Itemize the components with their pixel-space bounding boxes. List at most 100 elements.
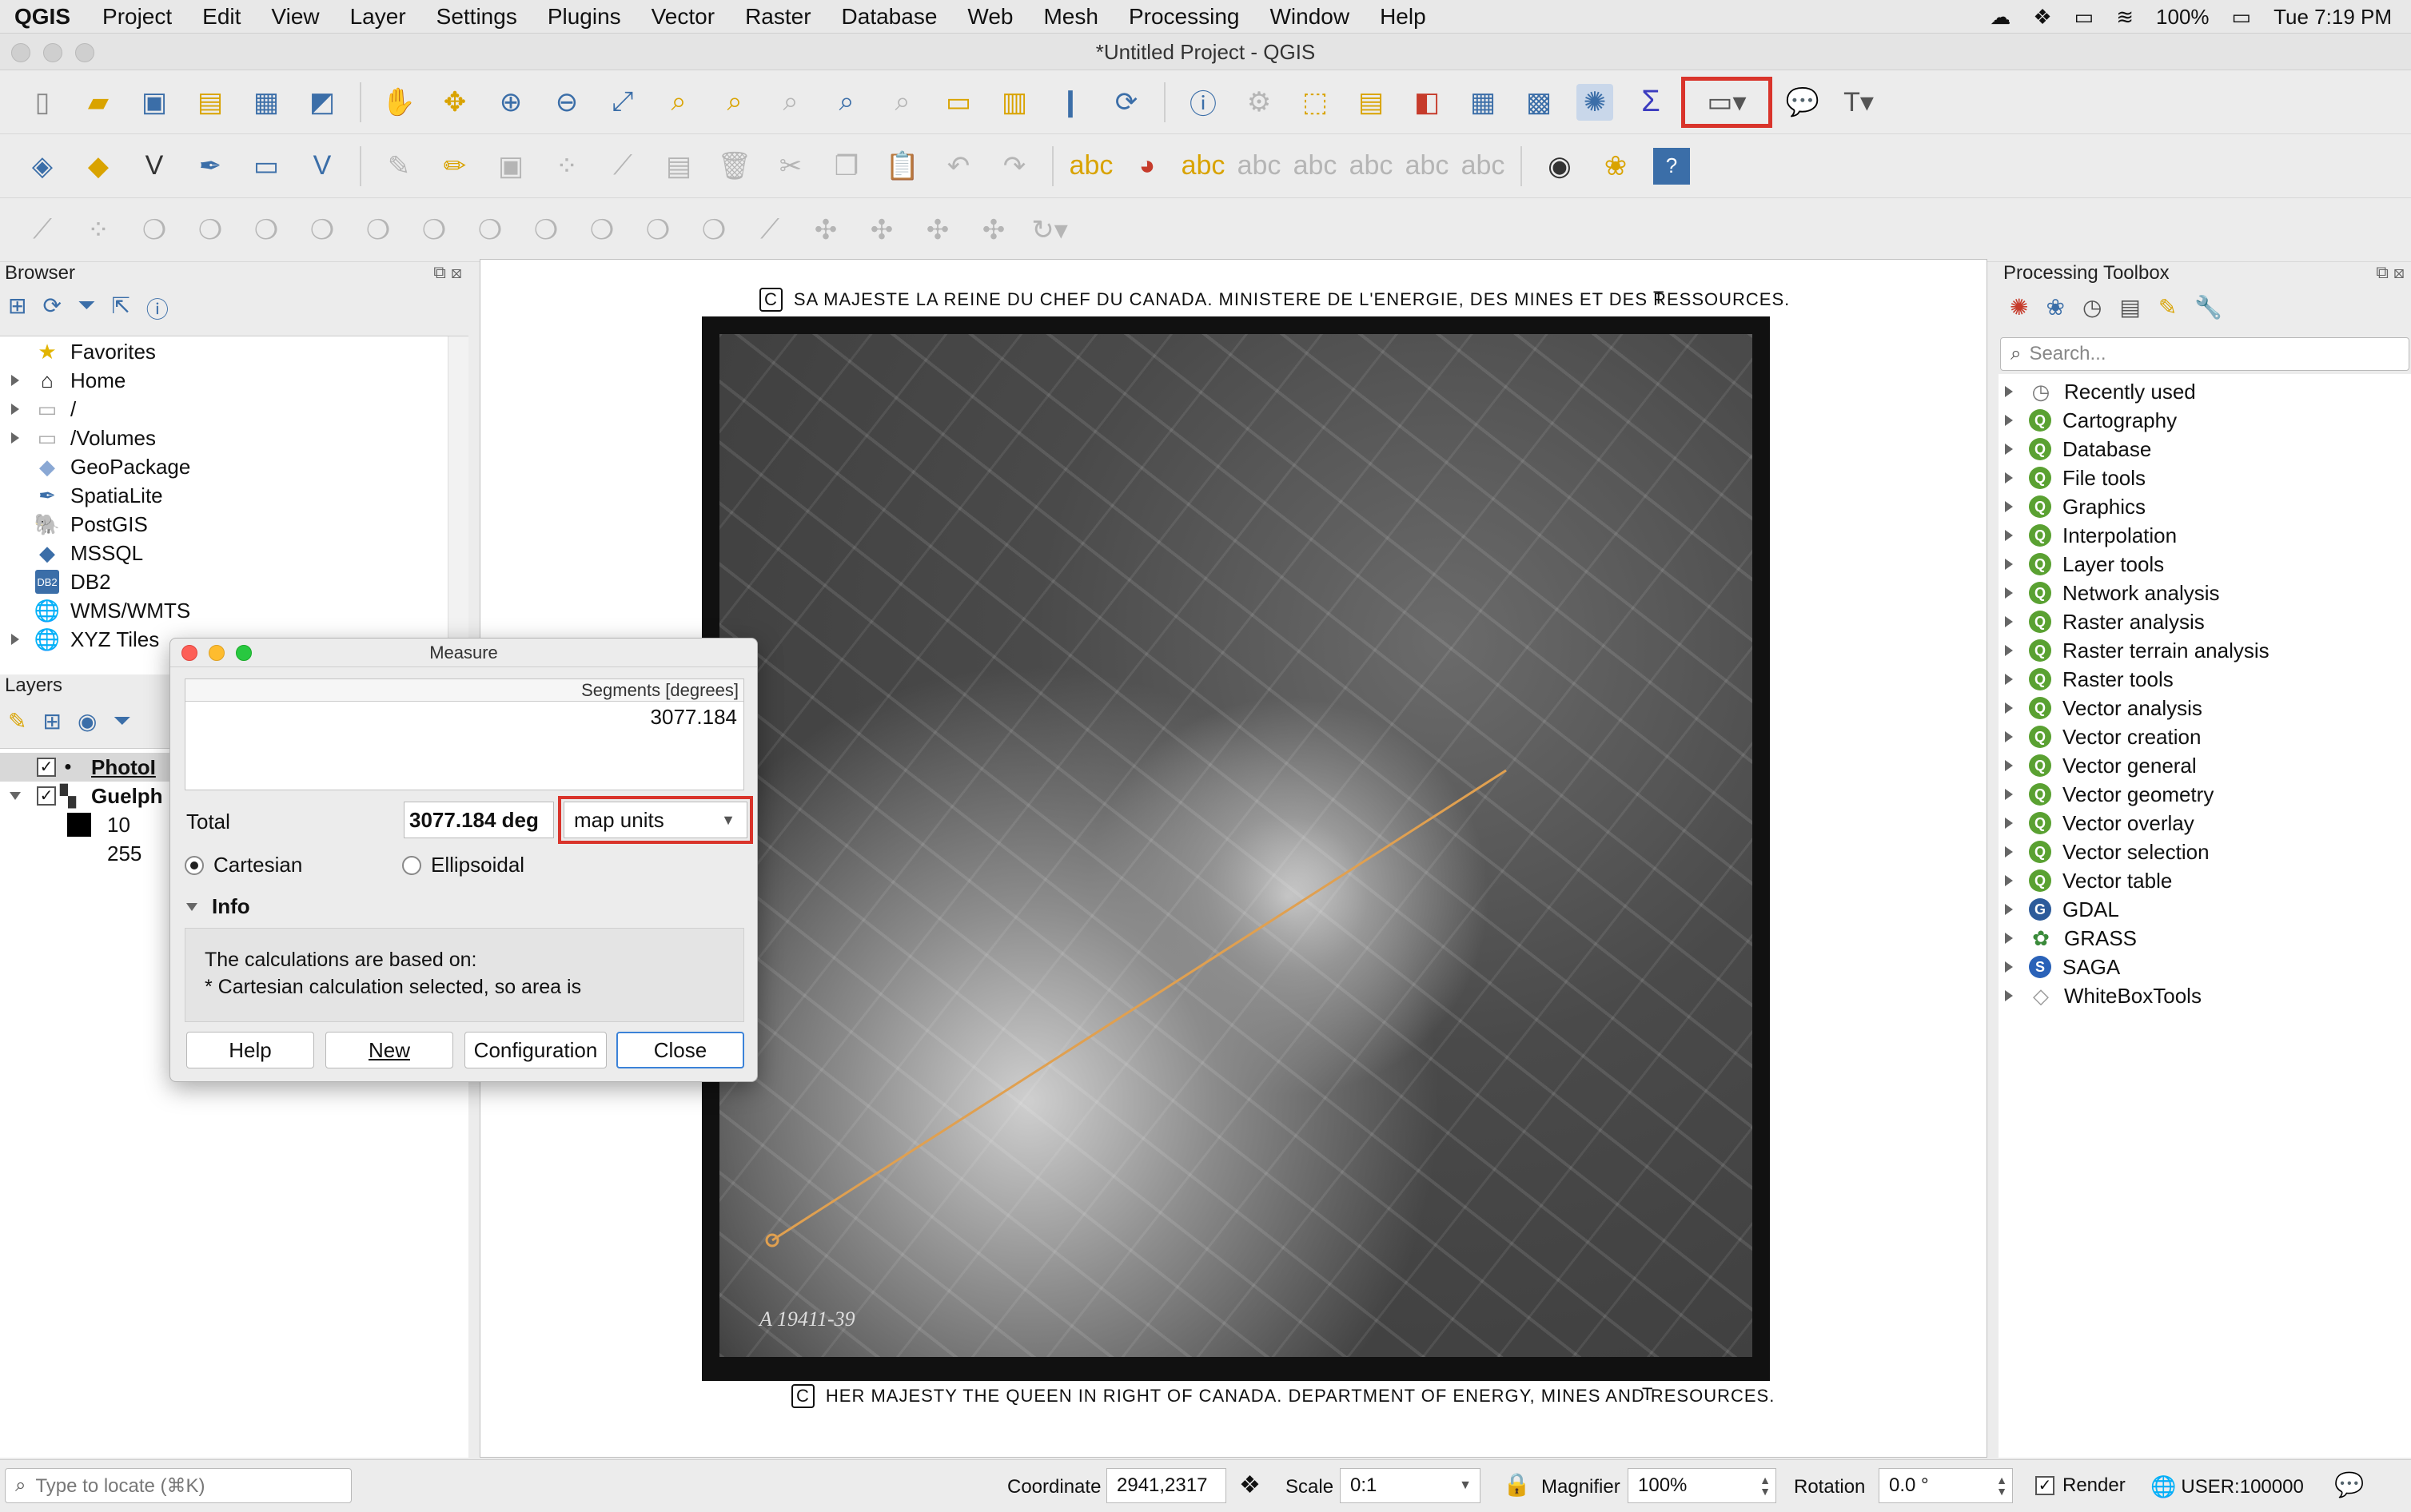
zoom-window-button[interactable] — [75, 43, 94, 62]
paste-features-icon[interactable]: 📋 — [884, 148, 921, 185]
change-label-icon[interactable]: abc — [1461, 148, 1505, 185]
menu-window[interactable]: Window — [1269, 4, 1349, 30]
magnifier-spinbox[interactable]: 100% ▲ ▼ — [1628, 1468, 1776, 1503]
new-temporary-layer-icon[interactable]: ▭ — [248, 148, 285, 185]
field-calculator-icon[interactable]: ▩ — [1520, 84, 1557, 121]
help-button[interactable]: Help — [186, 1032, 314, 1068]
toolbox-item[interactable]: ✿ GRASS — [2005, 924, 2137, 953]
panel-float-close-icons[interactable]: ⧉ ⊠ — [2376, 262, 2405, 283]
pin-labels-icon[interactable]: abc — [1237, 148, 1281, 185]
toolbox-item[interactable]: Q File tools — [2005, 464, 2146, 492]
expand-arrow-icon[interactable] — [2005, 731, 2013, 742]
crs-button[interactable]: 🌐 USER:100000 — [2150, 1474, 2304, 1499]
options-wrench-icon[interactable]: 🔧 — [2194, 294, 2222, 320]
toolbox-item[interactable]: Q Cartography — [2005, 406, 2177, 435]
zoom-in-icon[interactable]: ⊕ — [492, 84, 529, 121]
browser-item-spatialite[interactable]: ✒ SpatiaLite — [11, 481, 163, 510]
expand-arrow-icon[interactable] — [2005, 961, 2013, 973]
current-edits-icon[interactable]: ✎ — [381, 148, 417, 185]
statistical-summary-icon[interactable]: Σ — [1632, 84, 1669, 121]
expand-arrow-icon[interactable] — [2005, 818, 2013, 829]
zoom-to-layer-icon[interactable]: ⌕ — [716, 84, 753, 121]
layer-item-guelph[interactable]: ✓ ▚ Guelph — [10, 782, 163, 810]
toolbox-item[interactable]: ◷ Recently used — [2005, 377, 2196, 406]
zoom-to-selection-icon[interactable]: ⌕ — [660, 84, 697, 121]
expand-arrow-icon[interactable] — [2005, 846, 2013, 857]
menu-project[interactable]: Project — [102, 4, 172, 30]
show-hide-labels-icon[interactable]: abc — [1293, 148, 1337, 185]
browser-item-root[interactable]: ▭ / — [11, 395, 76, 424]
close-button[interactable]: Close — [616, 1032, 744, 1068]
cut-features-icon[interactable]: ✂ — [772, 148, 809, 185]
toolbox-item[interactable]: Q Vector creation — [2005, 722, 2201, 751]
aerial-photo-raster[interactable]: A 19411-39 — [702, 316, 1770, 1381]
expand-arrow-icon[interactable] — [2005, 674, 2013, 685]
toolbox-item[interactable]: Q Database — [2005, 435, 2151, 464]
browser-item-geopackage[interactable]: ◆ GeoPackage — [11, 452, 190, 481]
browser-scrollbar[interactable] — [448, 336, 468, 676]
text-annotation-icon[interactable]: T▾ — [1840, 84, 1877, 121]
lock-scale-icon[interactable]: 🔒 — [1503, 1471, 1531, 1498]
browser-item-mssql[interactable]: ◆ MSSQL — [11, 539, 143, 567]
toggle-editing-icon[interactable]: ✏ — [436, 148, 473, 185]
menu-database[interactable]: Database — [842, 4, 938, 30]
vertex-tool-icon[interactable]: ⟋ — [604, 148, 641, 185]
move-label-icon[interactable]: abc — [1349, 148, 1393, 185]
toolbox-item[interactable]: Q Raster tools — [2005, 665, 2174, 694]
segments-column-header[interactable]: Segments [degrees] — [185, 679, 743, 702]
segment-value-cell[interactable]: 3077.184 — [185, 702, 743, 732]
run-feature-action-icon[interactable]: ⚙ — [1241, 84, 1277, 121]
trace-icon[interactable]: ✣ — [919, 212, 956, 249]
save-project-icon[interactable]: ▣ — [136, 84, 173, 121]
python-console-icon[interactable]: ❀ — [1597, 148, 1634, 185]
ellipsoidal-option[interactable]: Ellipsoidal — [402, 853, 524, 877]
undo-icon[interactable]: ↶ — [940, 148, 977, 185]
redo-icon[interactable]: ↷ — [996, 148, 1033, 185]
minimize-window-button[interactable] — [43, 43, 62, 62]
layer-visibility-checkbox[interactable]: ✓ — [37, 758, 56, 777]
open-layer-styling-icon[interactable]: ✎ — [8, 708, 26, 734]
segments-table[interactable]: Segments [degrees] 3077.184 — [185, 678, 744, 790]
expand-arrow-icon[interactable] — [2005, 702, 2013, 714]
render-toggle[interactable]: ✓ Render — [2035, 1474, 2126, 1497]
toolbox-item[interactable]: ◇ WhiteBoxTools — [2005, 981, 2202, 1010]
layout-manager-icon[interactable]: ▦ — [248, 84, 285, 121]
toolbox-item[interactable]: Q Raster analysis — [2005, 607, 2205, 636]
toolbox-item[interactable]: Q Raster terrain analysis — [2005, 636, 2270, 665]
rotate-point-symbols-icon[interactable]: ❍ — [695, 212, 732, 249]
digitize-with-segment-icon[interactable]: ⟋ — [24, 212, 61, 249]
expand-arrow-icon[interactable] — [2005, 990, 2013, 1001]
scale-combobox[interactable]: 0:1 ▼ — [1340, 1468, 1480, 1503]
browser-item-postgis[interactable]: 🐘 PostGIS — [11, 510, 148, 539]
ellipsoidal-radio[interactable] — [402, 855, 421, 875]
menu-mesh[interactable]: Mesh — [1043, 4, 1098, 30]
expand-arrow-icon[interactable] — [2005, 472, 2013, 483]
expand-arrow-icon[interactable] — [2005, 501, 2013, 512]
menu-raster[interactable]: Raster — [745, 4, 811, 30]
add-group-icon[interactable]: ⊞ — [42, 708, 61, 734]
new-geopackage-layer-icon[interactable]: ◆ — [80, 148, 117, 185]
filter-icon[interactable]: ⏷ — [78, 292, 95, 324]
collapse-arrow-icon[interactable] — [10, 792, 21, 800]
toggle-extents-mouse-icon[interactable]: ❖ — [1239, 1471, 1261, 1499]
new-shapefile-layer-icon[interactable]: V — [136, 148, 173, 185]
expand-arrow-icon[interactable] — [2005, 587, 2013, 599]
deselect-all-icon[interactable]: ◧ — [1409, 84, 1445, 121]
browser-item-volumes[interactable]: ▭/Volumes — [11, 424, 156, 452]
spinner-arrows-icon[interactable]: ▲ ▼ — [1759, 1474, 1771, 1497]
app-menu[interactable]: QGIS — [14, 4, 70, 30]
whats-this-help-icon[interactable]: ? — [1653, 147, 1690, 185]
new-map-view-icon[interactable]: ▭ — [940, 84, 977, 121]
close-window-button[interactable] — [11, 43, 30, 62]
browser-item-wms[interactable]: 🌐 WMS/WMTS — [11, 596, 190, 625]
toolbox-item[interactable]: Q Vector selection — [2005, 838, 2210, 866]
expand-arrow-icon[interactable] — [2005, 904, 2013, 915]
new-3d-map-view-icon[interactable]: ▥ — [996, 84, 1033, 121]
offset-curve-icon[interactable]: ❍ — [416, 212, 452, 249]
results-viewer-icon[interactable]: ▤ — [2119, 294, 2140, 320]
dropbox-icon[interactable]: ❖ — [2033, 5, 2051, 30]
dialog-close-button[interactable] — [181, 645, 197, 661]
delete-selected-icon[interactable]: 🗑 — [716, 148, 753, 185]
expand-arrow-icon[interactable] — [2005, 933, 2013, 944]
history-icon[interactable]: ◷ — [2082, 294, 2102, 320]
